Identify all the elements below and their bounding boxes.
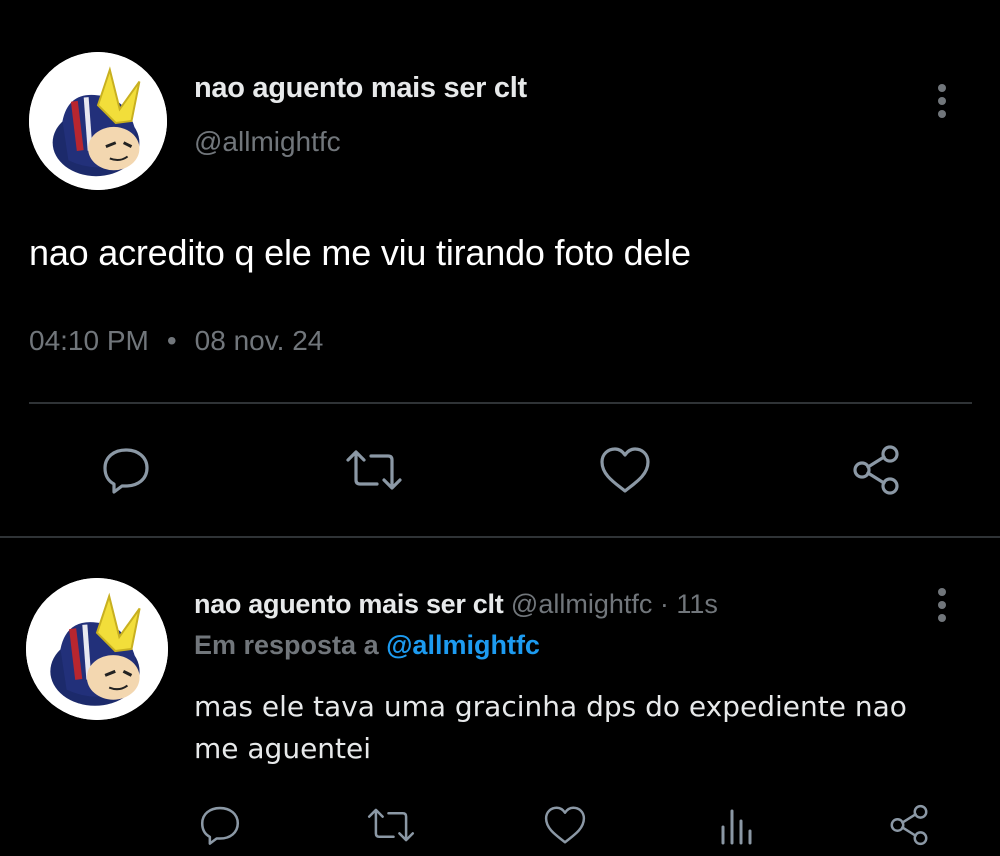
replying-to-label: Em resposta a [194, 630, 379, 660]
share-button[interactable] [846, 440, 906, 500]
like-icon [544, 806, 586, 844]
tweet-date[interactable]: 08 nov. 24 [195, 325, 324, 356]
share-icon [853, 445, 899, 495]
replying-to-handle[interactable]: @allmightfc [386, 630, 540, 660]
reply-header: nao aguento mais ser clt @allmightfc · 1… [194, 589, 718, 620]
retweet-button[interactable] [342, 440, 406, 500]
reply-handle[interactable]: @allmightfc [511, 589, 652, 619]
tweet-timestamp: 04:10 PM • 08 nov. 24 [29, 325, 323, 357]
reply-retweet-button[interactable] [364, 800, 418, 850]
views-icon [721, 809, 752, 845]
tweet-time: 04:10 PM [29, 325, 149, 356]
like-icon [600, 447, 650, 493]
replying-to: Em resposta a @allmightfc [194, 630, 540, 661]
share-icon [890, 804, 928, 846]
tweet-text: nao acredito q ele me viu tirando foto d… [29, 232, 691, 273]
reply-icon [103, 448, 149, 494]
meta-separator: · [659, 589, 669, 619]
reply-time[interactable]: 11s [676, 589, 718, 619]
reply-like-button[interactable] [540, 800, 590, 850]
more-options-icon[interactable] [932, 588, 952, 627]
reply-avatar[interactable] [26, 578, 168, 720]
reply-views-button[interactable] [712, 800, 762, 850]
reply-text: mas ele tava uma gracinha dps do expedie… [194, 690, 907, 765]
retweet-icon [346, 450, 402, 490]
reply-button[interactable] [96, 440, 156, 500]
divider [29, 402, 972, 404]
retweet-icon [367, 808, 415, 842]
avatar[interactable] [29, 52, 167, 190]
section-divider [0, 536, 1000, 538]
reply-icon [200, 806, 240, 845]
like-button[interactable] [595, 440, 655, 500]
author-display-name[interactable]: nao aguento mais ser clt [194, 72, 527, 105]
reply-reply-button[interactable] [195, 800, 245, 850]
meta-separator: • [166, 325, 177, 356]
plush-avatar-image [26, 578, 168, 720]
plush-avatar-image [29, 52, 167, 190]
reply-share-button[interactable] [884, 800, 934, 850]
reply-display-name[interactable]: nao aguento mais ser clt [194, 589, 504, 619]
more-options-icon[interactable] [932, 84, 952, 123]
author-handle[interactable]: @allmightfc [194, 126, 341, 158]
